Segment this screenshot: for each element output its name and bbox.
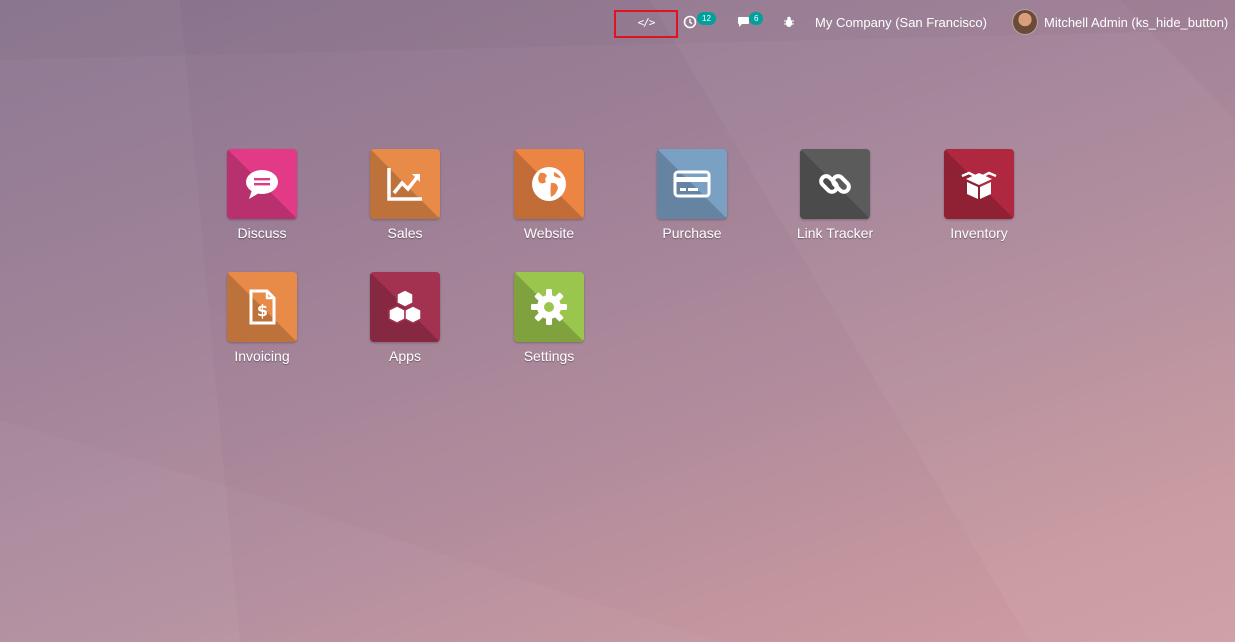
app-discuss[interactable]: Discuss	[207, 149, 317, 241]
globe-icon	[532, 167, 566, 201]
debug-button[interactable]	[782, 0, 796, 44]
bug-icon	[784, 16, 794, 27]
app-label: Apps	[389, 348, 421, 364]
app-label: Inventory	[950, 225, 1008, 241]
app-label: Purchase	[662, 225, 722, 241]
app-icon-tile	[657, 149, 727, 219]
link-icon	[819, 174, 851, 194]
app-website[interactable]: Website	[494, 149, 604, 241]
trend-up-icon	[387, 168, 422, 201]
clock-icon	[683, 15, 697, 29]
activity-button[interactable]: 12	[683, 0, 719, 44]
company-name: My Company (San Francisco)	[815, 14, 987, 30]
app-icon-tile	[944, 149, 1014, 219]
app-icon-tile	[370, 149, 440, 219]
app-invoicing[interactable]: $ Invoicing	[207, 272, 317, 364]
highlight-box	[614, 10, 678, 38]
app-apps[interactable]: Apps	[350, 272, 460, 364]
app-label: Link Tracker	[796, 225, 874, 241]
app-icon-tile: $	[227, 272, 297, 342]
top-navbar: </> 12 6 My Company (San Francisco) Mitc…	[0, 0, 1235, 44]
invoice-dollar-icon: $	[249, 289, 276, 325]
app-label: Discuss	[237, 225, 287, 241]
messages-count-badge: 6	[749, 12, 764, 25]
cubes-icon	[388, 289, 422, 324]
app-purchase[interactable]: Purchase	[637, 149, 747, 241]
activity-count-badge: 12	[697, 12, 716, 25]
app-icon-tile	[514, 272, 584, 342]
credit-card-icon	[673, 170, 711, 198]
app-icon-tile	[514, 149, 584, 219]
app-label: Sales	[387, 225, 423, 241]
user-name: Mitchell Admin (ks_hide_button)	[1044, 14, 1229, 30]
chat-bubble-icon	[246, 170, 278, 199]
app-icon-tile	[800, 149, 870, 219]
svg-text:$: $	[257, 301, 268, 320]
app-icon-tile	[370, 272, 440, 342]
app-sales[interactable]: Sales	[350, 149, 460, 241]
gear-icon	[531, 289, 567, 325]
box-icon	[961, 171, 997, 199]
app-label: Website	[523, 225, 575, 241]
app-link-tracker[interactable]: Link Tracker	[780, 149, 890, 241]
user-menu[interactable]: Mitchell Admin (ks_hide_button)	[1012, 0, 1228, 44]
company-switcher[interactable]: My Company (San Francisco)	[815, 0, 987, 44]
app-inventory[interactable]: Inventory	[924, 149, 1034, 241]
app-label: Settings	[523, 348, 575, 364]
app-settings[interactable]: Settings	[494, 272, 604, 364]
avatar	[1012, 9, 1038, 35]
app-icon-tile	[227, 149, 297, 219]
app-label: Invoicing	[234, 348, 290, 364]
messages-button[interactable]: 6	[737, 0, 767, 44]
